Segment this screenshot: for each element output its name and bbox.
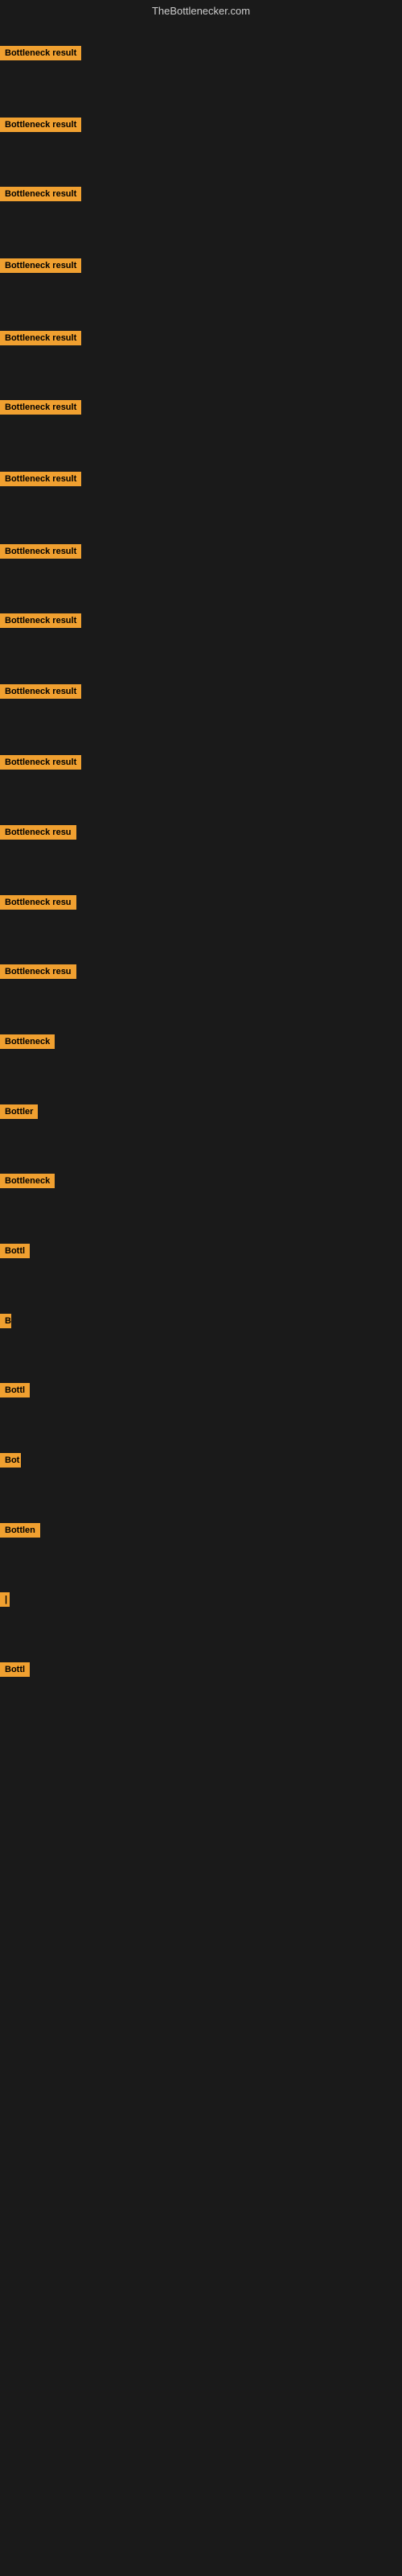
badge-label-8: Bottleneck result [0,544,81,559]
badge-label-22: Bottlen [0,1523,40,1538]
badge-label-14: Bottleneck resu [0,964,76,979]
bottleneck-badge-19[interactable]: B [0,1314,11,1332]
site-title: TheBottlenecker.com [0,0,402,22]
badge-label-9: Bottleneck result [0,613,81,628]
bottleneck-badge-8[interactable]: Bottleneck result [0,544,81,563]
badge-label-16: Bottler [0,1104,38,1119]
bottleneck-badge-22[interactable]: Bottlen [0,1523,40,1542]
badge-label-20: Bottl [0,1383,30,1397]
badge-label-6: Bottleneck result [0,400,81,415]
bottleneck-badge-2[interactable]: Bottleneck result [0,118,81,136]
bottleneck-badge-23[interactable]: | [0,1592,10,1611]
bottleneck-badge-13[interactable]: Bottleneck resu [0,895,76,914]
bottleneck-badge-4[interactable]: Bottleneck result [0,258,81,277]
badge-label-10: Bottleneck result [0,684,81,699]
badge-label-18: Bottl [0,1244,30,1258]
bottleneck-badge-11[interactable]: Bottleneck result [0,755,81,774]
badge-label-12: Bottleneck resu [0,825,76,840]
bottleneck-badge-21[interactable]: Bot [0,1453,21,1472]
badge-label-7: Bottleneck result [0,472,81,486]
bottleneck-badge-15[interactable]: Bottleneck [0,1034,55,1053]
badge-label-24: Bottl [0,1662,30,1677]
bottleneck-badge-10[interactable]: Bottleneck result [0,684,81,703]
badge-label-21: Bot [0,1453,21,1468]
badge-label-23: | [0,1592,10,1607]
badge-label-17: Bottleneck [0,1174,55,1188]
bottleneck-badge-17[interactable]: Bottleneck [0,1174,55,1192]
bottleneck-badge-5[interactable]: Bottleneck result [0,331,81,349]
badge-label-2: Bottleneck result [0,118,81,132]
bottleneck-badge-24[interactable]: Bottl [0,1662,30,1681]
badge-label-19: B [0,1314,11,1328]
badge-label-4: Bottleneck result [0,258,81,273]
badge-label-13: Bottleneck resu [0,895,76,910]
badge-label-3: Bottleneck result [0,187,81,201]
badge-label-15: Bottleneck [0,1034,55,1049]
bottleneck-badge-18[interactable]: Bottl [0,1244,30,1262]
bottleneck-badge-3[interactable]: Bottleneck result [0,187,81,205]
badge-label-1: Bottleneck result [0,46,81,60]
bottleneck-badge-6[interactable]: Bottleneck result [0,400,81,419]
bottleneck-badge-16[interactable]: Bottler [0,1104,38,1123]
badge-label-11: Bottleneck result [0,755,81,770]
bottleneck-badge-9[interactable]: Bottleneck result [0,613,81,632]
badge-label-5: Bottleneck result [0,331,81,345]
bottleneck-badge-7[interactable]: Bottleneck result [0,472,81,490]
bottleneck-badge-20[interactable]: Bottl [0,1383,30,1402]
bottleneck-badge-12[interactable]: Bottleneck resu [0,825,76,844]
bottleneck-badge-1[interactable]: Bottleneck result [0,46,81,64]
bottleneck-badge-14[interactable]: Bottleneck resu [0,964,76,983]
